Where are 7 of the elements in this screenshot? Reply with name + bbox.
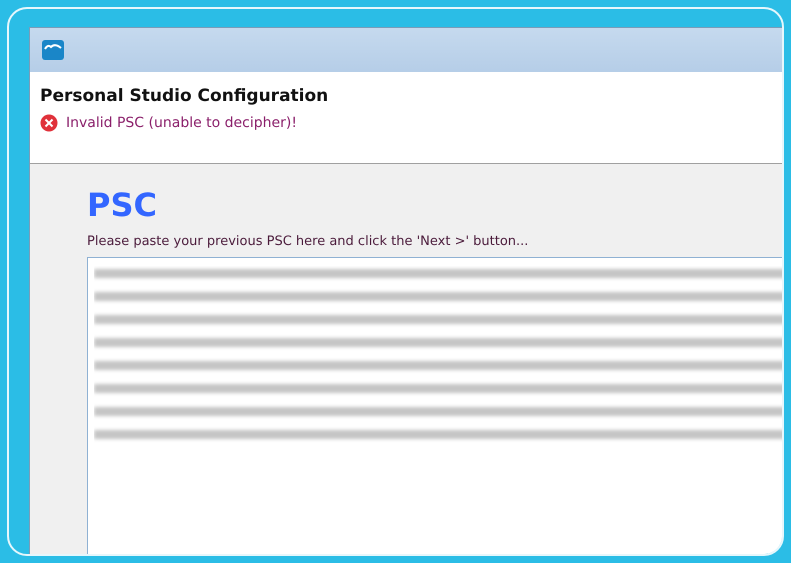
psc-input-field[interactable] <box>87 257 782 554</box>
dialog-title: Personal Studio Configuration <box>40 86 330 106</box>
error-icon <box>40 114 58 132</box>
error-message: Invalid PSC (unable to decipher)! <box>66 115 297 131</box>
instruction-text: Please paste your previous PSC here and click the 'Next >' button... <box>87 234 530 249</box>
section-heading: PSC <box>87 186 158 224</box>
app-icon <box>42 40 64 60</box>
